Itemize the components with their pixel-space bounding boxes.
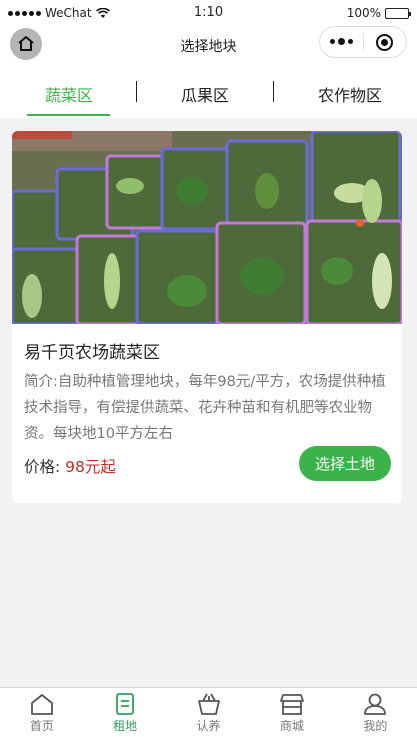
tab-vegetables[interactable]: 蔬菜区 — [14, 82, 124, 106]
tabbar-item-rent[interactable]: 租地 — [83, 688, 166, 737]
vegetable-baskets-photo — [12, 131, 402, 324]
select-land-button[interactable]: 选择土地 — [299, 446, 391, 481]
card-title: 易千页农场蔬菜区 — [24, 343, 160, 363]
tabbar-item-home[interactable]: 首页 — [0, 688, 83, 737]
plot-card[interactable]: 易千页农场蔬菜区 简介:自助种植管理地块，每年98元/平方，农场提供种植技术指导… — [12, 131, 402, 503]
tabbar-label: 认养 — [196, 719, 221, 733]
tab-divider — [136, 81, 137, 102]
menu-capsule — [319, 26, 407, 58]
tabbar-item-adopt[interactable]: 认养 — [167, 688, 250, 737]
category-tabs: 蔬菜区 瓜果区 农作物区 — [0, 64, 417, 118]
basket-icon — [197, 693, 220, 715]
tab-divider — [273, 81, 274, 102]
card-description: 简介:自助种植管理地块，每年98元/平方，农场提供种植技术指导，有偿提供蔬菜、花… — [24, 374, 386, 442]
target-icon — [376, 33, 394, 51]
battery-icon — [385, 7, 411, 19]
bottom-tabbar: 首页 租地 认养 商城 我的 — [0, 687, 417, 737]
battery-percent: 100% — [346, 6, 381, 20]
tabbar-label: 商城 — [279, 719, 304, 733]
document-icon — [116, 693, 135, 715]
more-button[interactable] — [320, 38, 363, 45]
tabbar-item-profile[interactable]: 我的 — [334, 688, 417, 737]
tab-fruits[interactable]: 瓜果区 — [150, 82, 260, 106]
user-icon — [364, 693, 387, 715]
status-right: 100% — [346, 6, 411, 20]
more-dots-icon — [330, 39, 335, 44]
tabbar-label: 租地 — [113, 719, 138, 733]
home-icon — [30, 694, 53, 715]
tabbar-label: 我的 — [363, 719, 388, 733]
store-icon — [280, 694, 304, 715]
status-bar: WeChat 1:10 100% — [0, 0, 417, 26]
tabbar-label: 首页 — [29, 719, 54, 733]
close-miniprogram-button[interactable] — [364, 33, 406, 51]
nav-bar: 选择地块 — [0, 26, 417, 64]
tab-crops[interactable]: 农作物区 — [295, 82, 405, 106]
price-row: 价格: 98元起 — [24, 455, 116, 477]
price-value: 98元起 — [65, 458, 116, 476]
price-label: 价格: — [24, 458, 66, 476]
active-tab-indicator — [27, 114, 110, 116]
tabbar-item-store[interactable]: 商城 — [250, 688, 333, 737]
